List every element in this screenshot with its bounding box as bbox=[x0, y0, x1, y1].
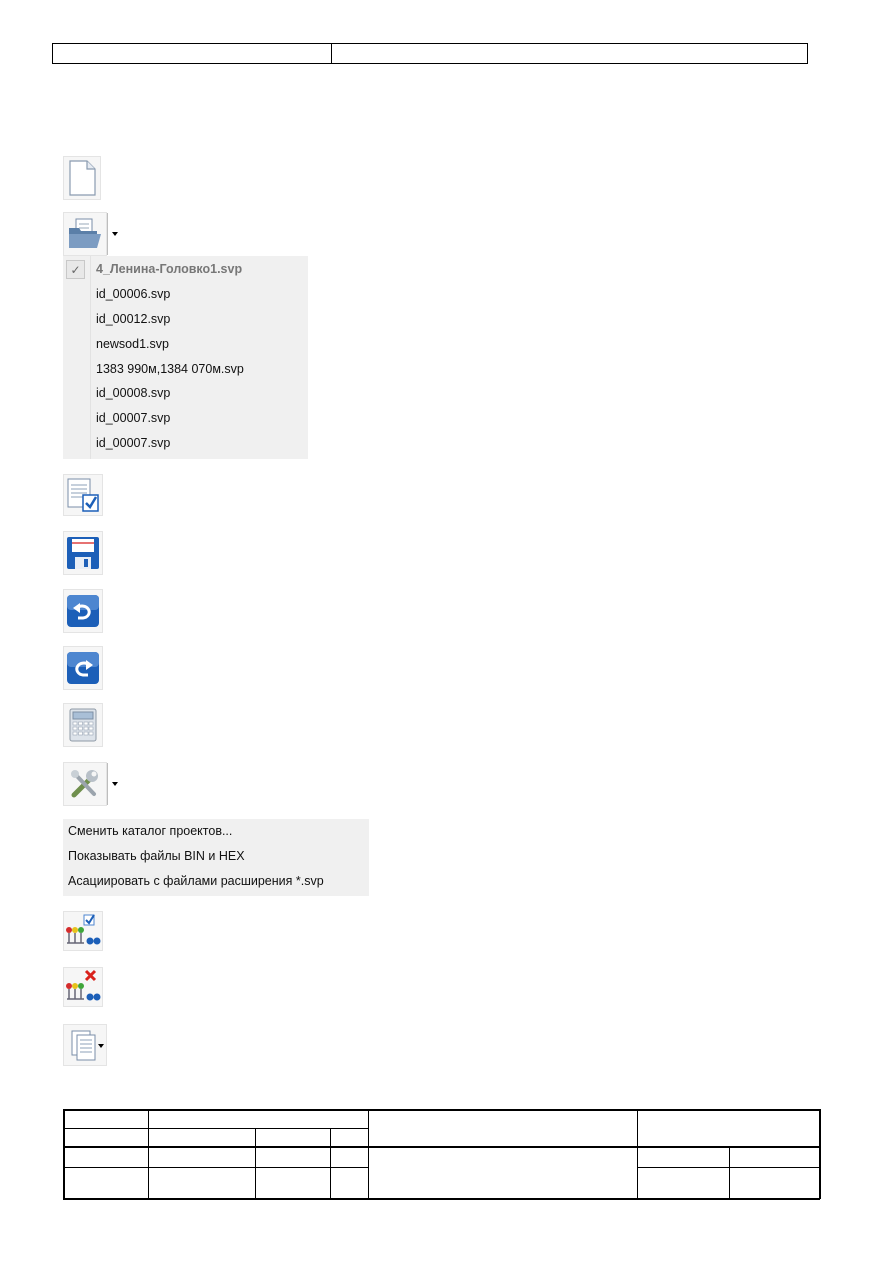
settings-menu-item[interactable]: Показывать файлы BIN и HEX bbox=[68, 849, 245, 863]
recent-files-menu: ✓ 4_Ленина-Головко1.svp id_00006.svp id_… bbox=[63, 256, 308, 459]
recent-file-item[interactable]: newsod1.svp bbox=[96, 337, 169, 351]
documents-button[interactable] bbox=[63, 1024, 107, 1066]
open-project-dropdown[interactable] bbox=[107, 213, 118, 255]
tools-icon bbox=[68, 767, 102, 801]
settings-button[interactable] bbox=[63, 762, 107, 806]
recent-file-item[interactable]: id_00007.svp bbox=[96, 411, 170, 425]
recent-file-item[interactable]: id_00006.svp bbox=[96, 287, 170, 301]
chevron-down-icon bbox=[112, 232, 118, 236]
recent-file-item[interactable]: 4_Ленина-Головко1.svp bbox=[96, 262, 242, 276]
settings-menu-item[interactable]: Сменить каталог проектов... bbox=[68, 824, 232, 838]
enable-indicators-button[interactable] bbox=[63, 911, 103, 951]
header-cell-left bbox=[53, 44, 332, 63]
indicators-check-icon bbox=[64, 913, 102, 949]
recent-file-item[interactable]: id_00008.svp bbox=[96, 386, 170, 400]
indicators-delete-icon bbox=[64, 969, 102, 1005]
title-block-table bbox=[63, 1109, 821, 1200]
new-document-button[interactable] bbox=[63, 156, 101, 200]
header-cell-right bbox=[332, 44, 807, 63]
save-button[interactable] bbox=[63, 531, 103, 575]
redo-arrow-icon bbox=[66, 651, 100, 685]
undo-arrow-icon bbox=[66, 594, 100, 628]
new-document-icon bbox=[67, 160, 97, 196]
calculator-button[interactable] bbox=[63, 703, 103, 747]
chevron-down-icon bbox=[98, 1044, 104, 1048]
document-check-icon bbox=[66, 477, 100, 513]
open-project-button[interactable] bbox=[63, 212, 107, 256]
disable-indicators-button[interactable] bbox=[63, 967, 103, 1007]
recent-file-item[interactable]: 1383 990м,1384 070м.svp bbox=[96, 362, 244, 376]
redo-button[interactable] bbox=[63, 646, 103, 690]
copy-documents-icon bbox=[69, 1028, 101, 1062]
check-mark-icon: ✓ bbox=[66, 260, 85, 279]
check-project-button[interactable] bbox=[63, 474, 103, 516]
recent-file-item[interactable]: id_00007.svp bbox=[96, 436, 170, 450]
undo-button[interactable] bbox=[63, 589, 103, 633]
open-folder-icon bbox=[67, 218, 103, 250]
recent-file-item[interactable]: id_00012.svp bbox=[96, 312, 170, 326]
chevron-down-icon bbox=[112, 782, 118, 786]
settings-menu: Сменить каталог проектов... Показывать ф… bbox=[63, 819, 369, 896]
save-disk-icon bbox=[66, 536, 100, 570]
header-table bbox=[52, 43, 808, 64]
calculator-icon bbox=[68, 708, 98, 742]
settings-dropdown[interactable] bbox=[107, 763, 118, 805]
settings-menu-item[interactable]: Асациировать с файлами расширения *.svp bbox=[68, 874, 324, 888]
